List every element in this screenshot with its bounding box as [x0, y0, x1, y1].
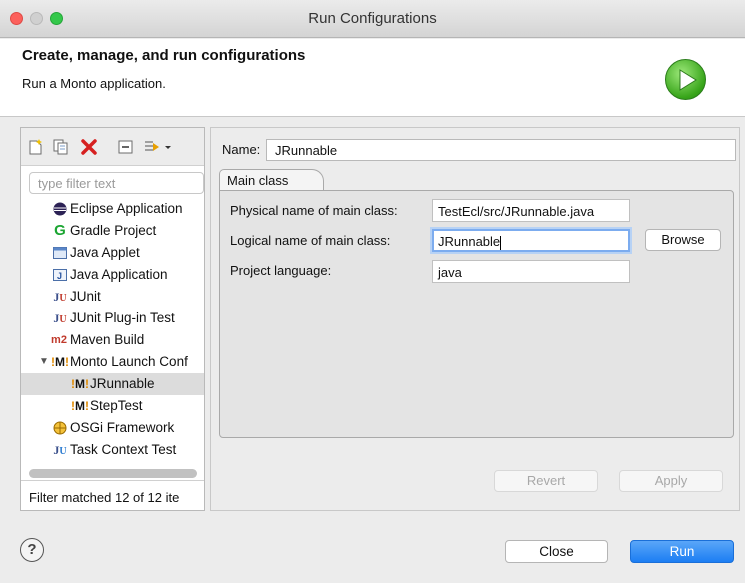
name-label: Name:: [222, 142, 261, 157]
physical-name-field[interactable]: TestEcl/src/JRunnable.java: [432, 199, 630, 222]
browse-button[interactable]: Browse: [645, 229, 721, 251]
tree-item-junit[interactable]: JU JUnit: [21, 286, 204, 308]
filter-input[interactable]: type filter text: [29, 172, 204, 194]
close-button[interactable]: Close: [505, 540, 608, 563]
filter-status: Filter matched 12 of 12 ite: [21, 480, 204, 510]
svg-text:J: J: [57, 271, 62, 281]
name-field[interactable]: JRunnable: [266, 139, 736, 161]
delete-icon[interactable]: [80, 138, 98, 156]
monto-icon: !M!: [71, 399, 89, 414]
tree-item-eclipse-application[interactable]: Eclipse Application: [21, 198, 204, 220]
tree-item-steptest[interactable]: !M! StepTest: [21, 395, 204, 417]
project-language-field[interactable]: java: [432, 260, 630, 283]
tree-item-osgi-framework[interactable]: OSGi Framework: [21, 417, 204, 439]
java-application-icon: J: [53, 268, 67, 282]
apply-button[interactable]: Apply: [619, 470, 723, 492]
configurations-panel: type filter text Eclipse Application G G…: [20, 127, 205, 511]
java-applet-icon: [53, 246, 67, 260]
duplicate-icon[interactable]: [52, 138, 70, 156]
configuration-tree: Eclipse Application G Gradle Project Jav…: [21, 198, 204, 468]
project-language-label: Project language:: [230, 263, 332, 278]
gradle-icon: G: [54, 221, 66, 239]
logical-name-value: JRunnable: [438, 234, 501, 249]
eclipse-icon: [53, 202, 67, 216]
logical-name-label: Logical name of main class:: [230, 233, 391, 248]
header-message: Run a Monto application.: [22, 76, 166, 91]
tree-item-gradle-project[interactable]: G Gradle Project: [21, 220, 204, 242]
main-class-tab-body: Physical name of main class: TestEcl/src…: [219, 190, 734, 438]
junit-plugin-icon: JU: [53, 311, 67, 326]
title-bar: Run Configurations: [0, 0, 745, 38]
revert-button[interactable]: Revert: [494, 470, 598, 492]
configurations-toolbar: [21, 128, 204, 166]
monto-icon: !M!: [71, 377, 89, 392]
logical-name-field[interactable]: JRunnable: [432, 229, 630, 252]
configuration-editor: Name: JRunnable Main class Physical name…: [210, 127, 740, 511]
junit-icon: JU: [53, 289, 67, 304]
tree-item-java-applet[interactable]: Java Applet: [21, 242, 204, 264]
osgi-icon: [53, 421, 67, 435]
collapse-all-icon[interactable]: [117, 138, 135, 156]
tree-horizontal-scrollbar[interactable]: [29, 469, 197, 478]
monto-icon: !M!: [51, 355, 69, 370]
task-context-icon: JU: [53, 442, 67, 457]
tree-item-junit-plugin-test[interactable]: JU JUnit Plug-in Test: [21, 307, 204, 329]
tree-item-maven-build[interactable]: m2 Maven Build: [21, 329, 204, 351]
window-title: Run Configurations: [308, 10, 437, 27]
help-button[interactable]: ?: [20, 538, 44, 562]
tree-item-monto-launch-conf[interactable]: ▼ !M! Monto Launch Conf: [21, 351, 204, 373]
run-button[interactable]: Run: [630, 540, 734, 563]
text-caret: [500, 235, 502, 250]
new-configuration-icon[interactable]: [27, 138, 45, 156]
dialog-header: Create, manage, and run configurations R…: [0, 39, 745, 117]
run-configurations-window: Run Configurations Create, manage, and r…: [0, 0, 745, 583]
filter-menu-icon[interactable]: [143, 138, 173, 156]
tree-item-java-application[interactable]: J Java Application: [21, 264, 204, 286]
run-banner-icon: [665, 59, 706, 100]
tree-item-jrunnable[interactable]: !M! JRunnable: [21, 373, 204, 396]
maven-icon: m2: [51, 334, 67, 347]
tree-item-task-context-test[interactable]: JU Task Context Test: [21, 439, 204, 461]
header-title: Create, manage, and run configurations: [22, 47, 306, 64]
physical-name-label: Physical name of main class:: [230, 203, 398, 218]
tab-main-class[interactable]: Main class: [219, 169, 324, 191]
expand-triangle-icon[interactable]: ▼: [39, 351, 49, 373]
